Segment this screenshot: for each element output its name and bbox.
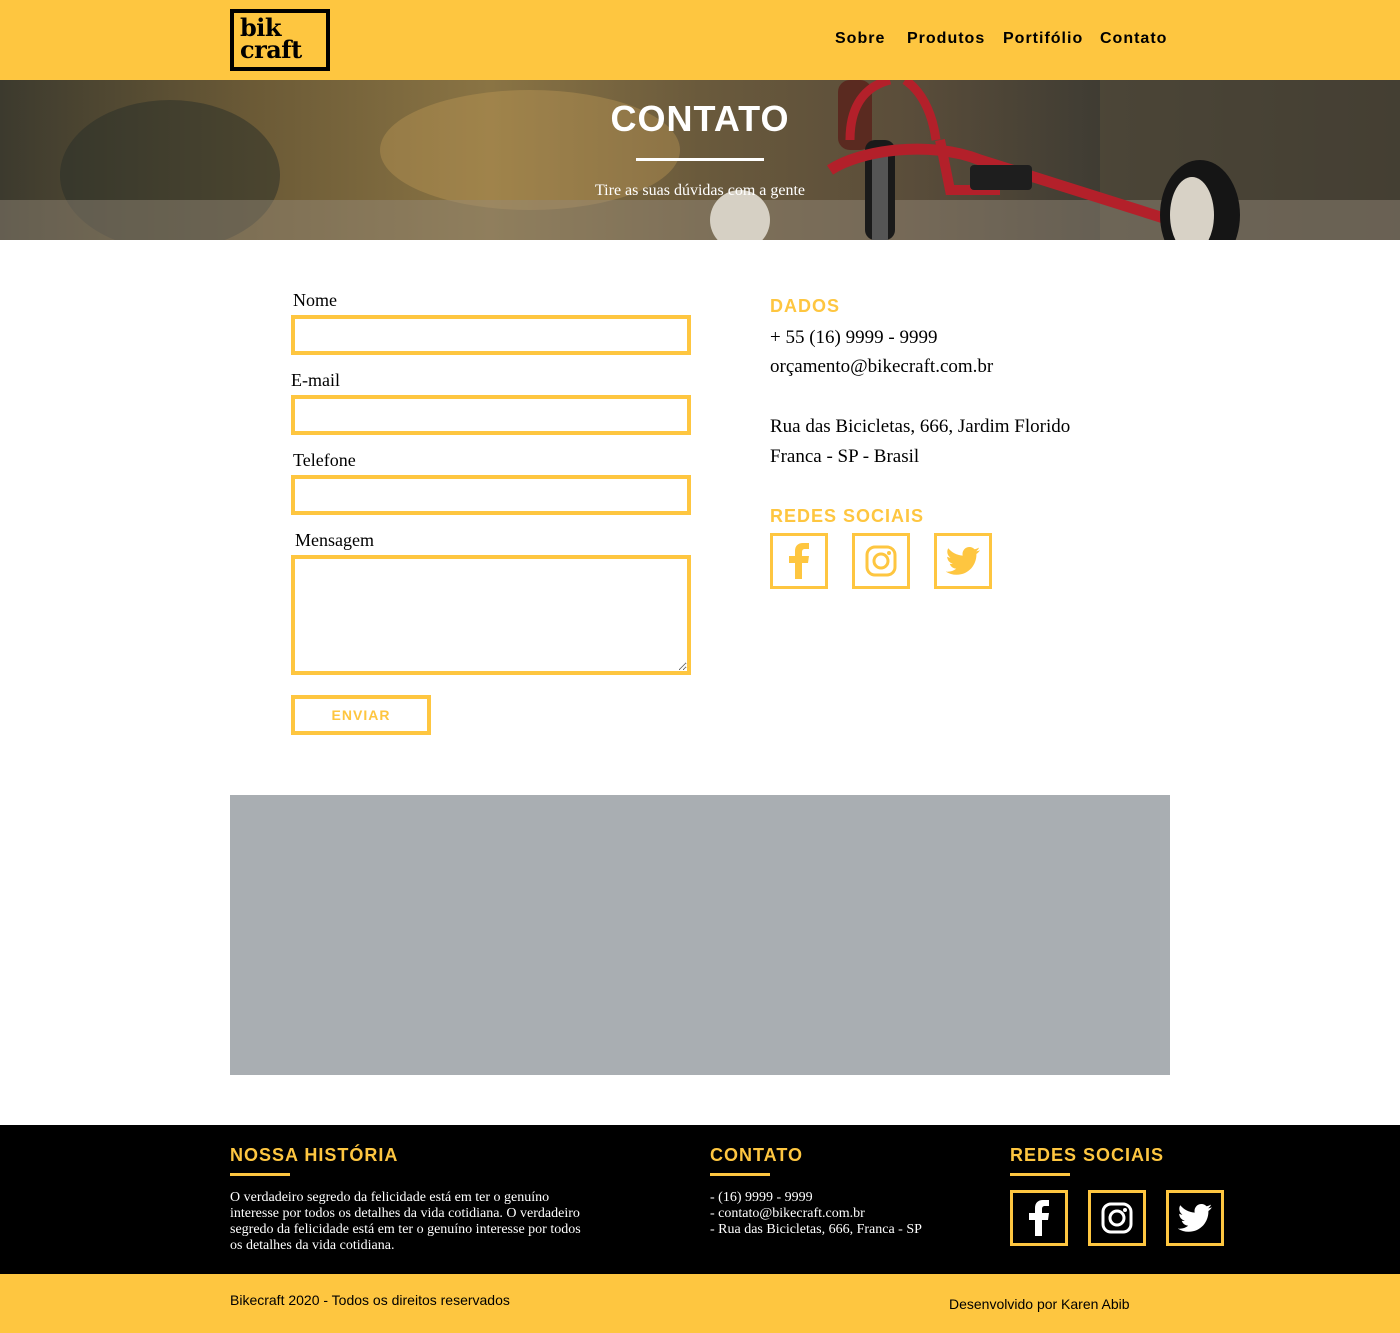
footer-contact-address: - Rua das Bicicletas, 666, Franca - SP [710,1222,922,1237]
message-label: Mensagem [295,530,374,550]
footer-contact-email[interactable]: - contato@bikecraft.com.br [710,1206,990,1222]
footer-history-line: interesse por todos os detalhes da vida … [230,1206,580,1221]
instagram-link[interactable] [852,533,910,589]
twitter-icon [1178,1204,1212,1232]
address-line2: Franca - SP - Brasil [770,446,920,467]
email-label: E-mail [291,370,340,390]
submit-button[interactable]: ENVIAR [291,695,431,735]
social-title: REDES SOCIAIS [770,506,925,526]
footer-social-title: REDES SOCIAIS [1010,1145,1165,1165]
phone-field[interactable] [291,475,691,515]
footer-history-line: segredo da felicidade está em ter o genu… [230,1222,581,1237]
twitter-icon [946,547,980,575]
twitter-link[interactable] [934,533,992,589]
facebook-icon [1029,1200,1049,1236]
site-footer: NOSSA HISTÓRIA O verdadeiro segredo da f… [0,1125,1400,1274]
nav-link-produtos[interactable]: Produtos [907,30,985,48]
footer-contact-list: - (16) 9999 - 9999 - contato@bikecraft.c… [710,1190,990,1238]
logo-text-line2: craft [240,35,302,64]
footer-history-line: os detalhes da vida cotidiana. [230,1238,395,1253]
title-underline [636,158,764,161]
dados-title: DADOS [770,296,841,316]
facebook-icon [789,543,809,579]
nav-link-portifolio[interactable]: Portifólio [1003,30,1083,48]
email-field[interactable] [291,395,691,435]
name-field[interactable] [291,315,691,355]
footer-social-underline [1010,1173,1070,1176]
nav-link-sobre[interactable]: Sobre [835,30,885,48]
footer-contact-title: CONTATO [710,1145,803,1165]
copyright-bar: Bikecraft 2020 - Todos os direitos reser… [0,1274,1400,1333]
facebook-link[interactable] [770,533,828,589]
phone-label: Telefone [293,450,356,470]
developer-credit: Desenvolvido por Karen Abib [949,1296,1130,1312]
copyright-text: Bikecraft 2020 - Todos os direitos reser… [230,1292,510,1308]
site-header: bik craft Sobre Produtos Portifólio Cont… [0,0,1400,80]
footer-contact-underline [710,1173,770,1176]
footer-facebook-link[interactable] [1010,1190,1068,1246]
footer-history-title: NOSSA HISTÓRIA [230,1145,399,1165]
map-embed[interactable] [230,795,1170,1075]
address-line1: Rua das Bicicletas, 666, Jardim Florido [770,416,1071,437]
message-textarea[interactable] [291,555,691,675]
footer-history-text: O verdadeiro segredo da felicidade está … [230,1190,650,1254]
footer-history-line: O verdadeiro segredo da felicidade está … [230,1190,550,1205]
nav-link-contato[interactable]: Contato [1100,30,1167,48]
instagram-icon [865,545,897,577]
page-title: CONTATO [610,98,790,139]
footer-instagram-link[interactable] [1088,1190,1146,1246]
footer-history-underline [230,1173,290,1176]
footer-contact-phone: - (16) 9999 - 9999 [710,1190,813,1205]
contact-phone: + 55 (16) 9999 - 9999 [770,327,938,348]
name-label: Nome [293,290,337,310]
contact-email[interactable]: orçamento@bikecraft.com.br [770,356,993,378]
bikcraft-logo[interactable]: bik craft [230,9,330,71]
page-subtitle: Tire as suas dúvidas com a gente [594,182,806,199]
instagram-icon [1101,1202,1133,1234]
footer-twitter-link[interactable] [1166,1190,1224,1246]
